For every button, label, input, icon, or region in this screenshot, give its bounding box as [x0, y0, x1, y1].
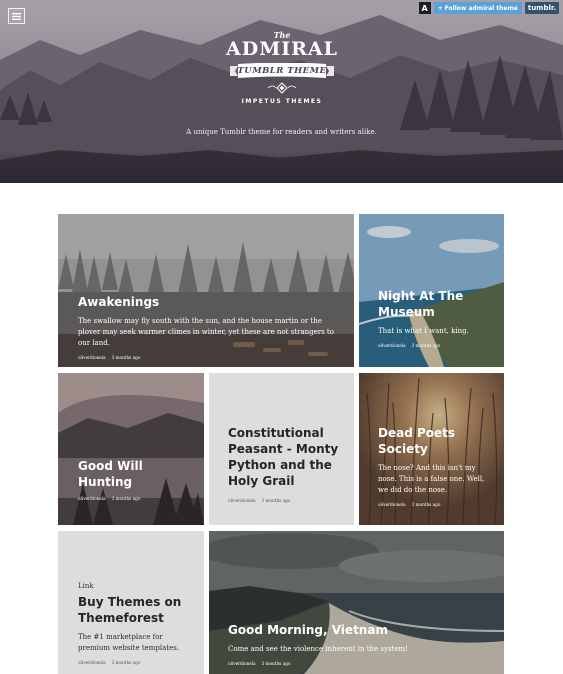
post-time[interactable]: 3 months ago: [412, 502, 441, 507]
post-excerpt: The nose? And this isn't my nose. This i…: [378, 464, 485, 494]
post-meta: oliverdionela 3 months ago: [228, 498, 343, 503]
post-author[interactable]: oliverdionela: [78, 660, 106, 665]
menu-button[interactable]: [8, 8, 25, 24]
post-card-buy-themes[interactable]: Link Buy Themes on Themeforest The #1 ma…: [58, 531, 204, 674]
post-card-night-at-the-museum[interactable]: Night At The Museum That is what I want,…: [359, 214, 504, 367]
post-time[interactable]: 3 months ago: [112, 660, 141, 665]
post-title[interactable]: Buy Themes on Themeforest: [78, 594, 193, 626]
post-author[interactable]: oliverdionela: [228, 498, 256, 503]
post-meta: oliverdionela 3 months ago: [378, 343, 493, 348]
post-excerpt: The swallow may fly south with the sun, …: [78, 317, 334, 347]
post-meta: oliverdionela 3 months ago: [78, 660, 193, 665]
site-tagline: A unique Tumblr theme for readers and wr…: [186, 128, 377, 136]
post-title[interactable]: Constitutional Peasant - Monty Python an…: [228, 425, 343, 489]
site-logo[interactable]: The ADMIRAL TUMBLR THEME IMPETUS THEMES: [226, 30, 338, 118]
ornament-icon: [267, 82, 297, 94]
post-time[interactable]: 3 months ago: [112, 355, 141, 360]
follow-label: Follow admiral theme: [444, 4, 518, 12]
logo-byline: IMPETUS THEMES: [241, 98, 323, 105]
avatar-button[interactable]: A: [418, 2, 431, 14]
post-title[interactable]: Good Will Hunting: [78, 458, 193, 490]
post-title[interactable]: Night At The Museum: [378, 288, 493, 320]
post-card-awakenings[interactable]: Awakenings The swallow may fly south wit…: [58, 214, 354, 367]
post-card-good-will-hunting[interactable]: Good Will Hunting oliverdionela 3 months…: [58, 373, 204, 525]
post-type-label: Link: [78, 582, 94, 590]
post-time[interactable]: 3 months ago: [412, 343, 441, 348]
post-image: [58, 373, 204, 525]
post-author[interactable]: oliverdionela: [228, 661, 256, 666]
tumblr-button[interactable]: tumblr.: [524, 2, 559, 14]
post-author[interactable]: oliverdionela: [378, 343, 406, 348]
post-author[interactable]: oliverdionela: [78, 355, 106, 360]
post-excerpt: The #1 marketplace for premium website t…: [78, 633, 180, 652]
post-meta: oliverdionela 3 months ago: [378, 502, 490, 507]
post-meta: oliverdionela 3 months ago: [78, 496, 193, 501]
follow-button[interactable]: + Follow admiral theme: [433, 2, 522, 14]
hamburger-icon: [12, 12, 21, 20]
post-title[interactable]: Dead Poets Society: [378, 425, 490, 457]
post-time[interactable]: 3 months ago: [262, 661, 291, 666]
post-excerpt: Come and see the violence inherent in th…: [228, 645, 408, 653]
post-author[interactable]: oliverdionela: [78, 496, 106, 501]
post-meta: oliverdionela 3 months ago: [228, 661, 488, 666]
tumblr-controls: A + Follow admiral theme tumblr.: [418, 2, 559, 14]
post-time[interactable]: 3 months ago: [112, 496, 141, 501]
post-title[interactable]: Good Morning, Vietnam: [228, 622, 488, 638]
header-hero: A + Follow admiral theme tumblr. The ADM…: [0, 0, 563, 183]
post-title[interactable]: Awakenings: [78, 294, 338, 310]
post-time[interactable]: 3 months ago: [262, 498, 291, 503]
post-excerpt: That is what I want, king.: [378, 327, 469, 335]
logo-name: ADMIRAL: [226, 38, 339, 60]
post-card-dead-poets-society[interactable]: Dead Poets Society The nose? And this is…: [359, 373, 504, 525]
logo-ribbon-text: TUMBLR THEME: [237, 66, 327, 76]
post-card-good-morning-vietnam[interactable]: Good Morning, Vietnam Come and see the v…: [209, 531, 504, 674]
post-author[interactable]: oliverdionela: [378, 502, 406, 507]
post-card-constitutional-peasant[interactable]: Constitutional Peasant - Monty Python an…: [209, 373, 354, 525]
plus-icon: +: [437, 4, 443, 12]
post-meta: oliverdionela 3 months ago: [78, 355, 338, 360]
